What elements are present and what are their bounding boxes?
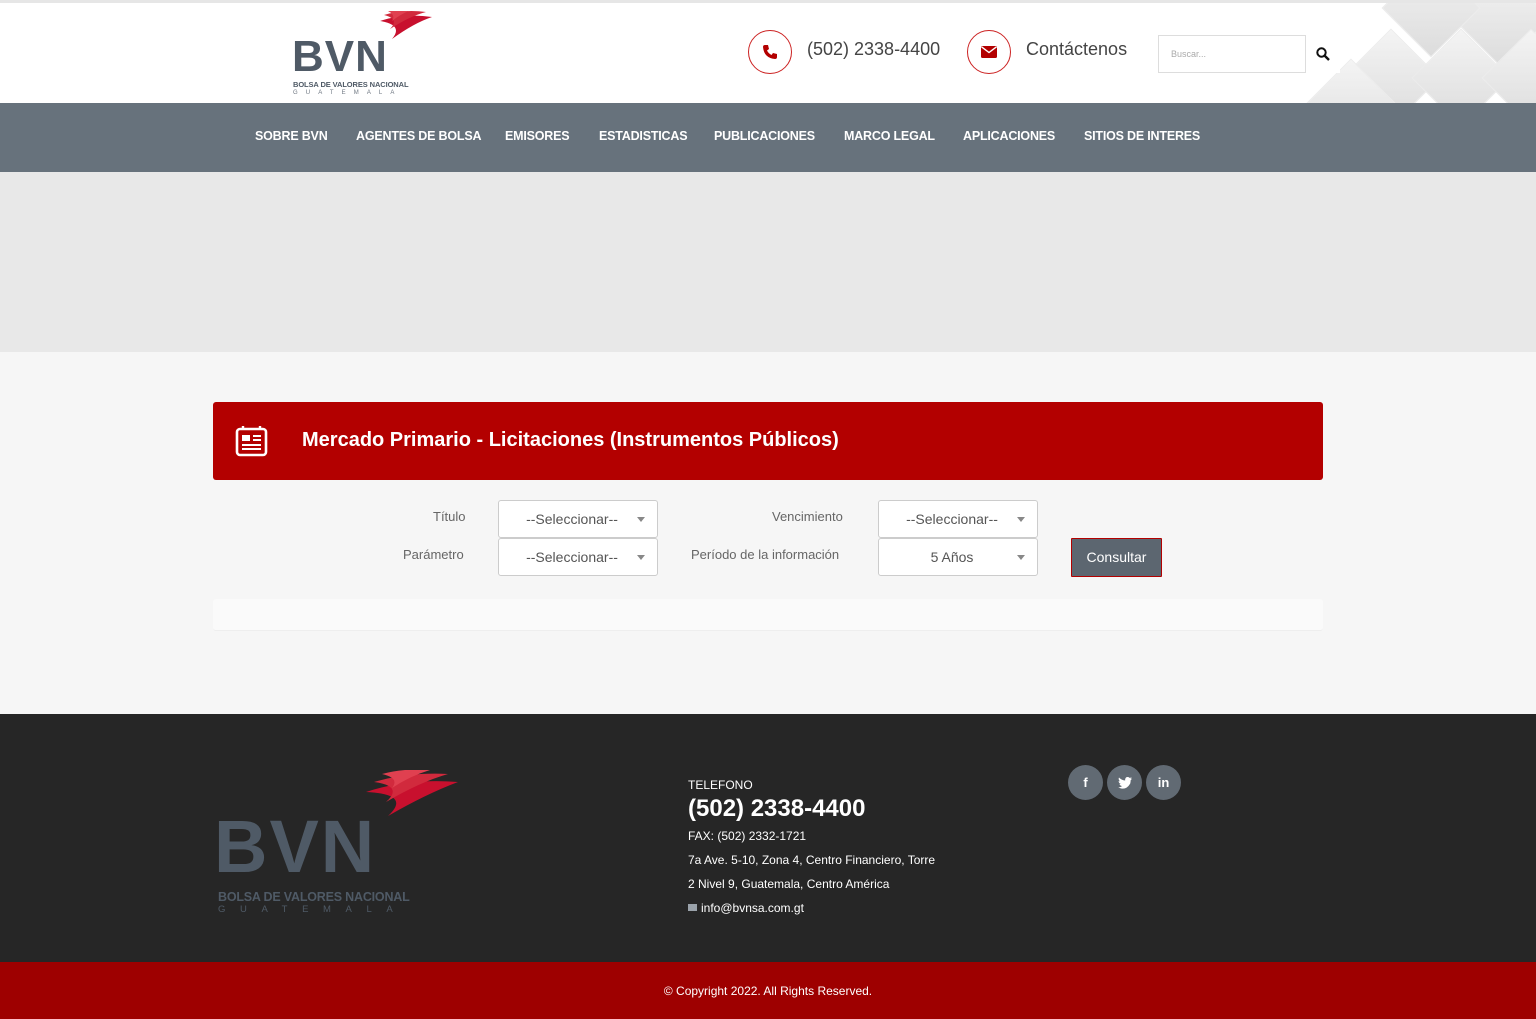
bvn-logo[interactable]: BVN BOLSA DE VALORES NACIONAL GUATEMALA — [292, 11, 437, 99]
newspaper-icon — [235, 426, 268, 457]
vencimiento-label: Vencimiento — [772, 509, 843, 524]
chevron-down-icon — [637, 517, 645, 522]
linkedin-icon[interactable]: in — [1146, 765, 1181, 800]
facebook-icon[interactable]: f — [1068, 765, 1103, 800]
chevron-down-icon — [1017, 517, 1025, 522]
periodo-label: Período de la información — [691, 547, 840, 562]
titulo-select-value: --Seleccionar-- — [526, 511, 618, 527]
site-header: BVN BOLSA DE VALORES NACIONAL GUATEMALA … — [0, 3, 1536, 103]
periodo-select-value: 5 Años — [930, 549, 974, 565]
copyright-text: © Copyright 2022. All Rights Reserved. — [663, 984, 873, 998]
nav-item-estadisticas[interactable]: ESTADISTICAS — [599, 129, 688, 143]
nav-item-sitios-de-interes[interactable]: SITIOS DE INTERES — [1084, 129, 1200, 143]
footer-logo-country: GUATEMALA — [218, 904, 408, 915]
logo-country: GUATEMALA — [293, 90, 403, 96]
consultar-button[interactable]: Consultar — [1071, 538, 1162, 577]
parametro-select-value: --Seleccionar-- — [526, 549, 618, 565]
footer-address-line-2: 2 Nivel 9, Guatemala, Centro América — [688, 877, 890, 891]
titulo-label: Título — [433, 509, 466, 524]
section-header: Mercado Primario - Licitaciones (Instrum… — [213, 402, 1323, 480]
envelope-icon[interactable] — [967, 30, 1011, 74]
nav-item-publicaciones[interactable]: PUBLICACIONES — [714, 129, 815, 143]
footer-fax: FAX: (502) 2332-1721 — [688, 829, 807, 843]
footer-logo-subtitle: BOLSA DE VALORES NACIONAL — [218, 890, 410, 904]
footer-bvn-logo[interactable]: BVN BOLSA DE VALORES NACIONAL GUATEMALA — [214, 769, 463, 920]
search-button[interactable] — [1306, 35, 1340, 73]
vencimiento-select[interactable]: --Seleccionar-- — [878, 500, 1038, 538]
main-nav: SOBRE BVN AGENTES DE BOLSA EMISORES ESTA… — [0, 103, 1536, 172]
page-banner — [0, 172, 1536, 352]
chevron-down-icon — [637, 555, 645, 560]
logo-text: BVN — [292, 32, 388, 81]
chevron-down-icon — [1017, 555, 1025, 560]
envelope-icon — [688, 904, 697, 911]
results-panel — [213, 599, 1323, 631]
nav-item-agentes-de-bolsa[interactable]: AGENTES DE BOLSA — [356, 129, 481, 143]
twitter-icon[interactable] — [1107, 765, 1142, 800]
contact-link[interactable]: Contáctenos — [1026, 39, 1127, 60]
vencimiento-select-value: --Seleccionar-- — [906, 511, 998, 527]
logo-subtitle: BOLSA DE VALORES NACIONAL — [293, 80, 409, 89]
header-phone[interactable]: (502) 2338-4400 — [807, 39, 940, 60]
parametro-select[interactable]: --Seleccionar-- — [498, 538, 658, 576]
footer-email[interactable]: info@bvnsa.com.gt — [701, 901, 804, 915]
phone-icon[interactable] — [748, 30, 792, 74]
footer-tel-label: TELEFONO — [688, 778, 753, 792]
search-input[interactable]: Buscar... — [1158, 35, 1306, 73]
parametro-label: Parámetro — [403, 547, 464, 562]
page-title: Mercado Primario - Licitaciones (Instrum… — [302, 429, 839, 451]
footer-email-row: info@bvnsa.com.gt — [688, 901, 804, 915]
footer-phone: (502) 2338-4400 — [688, 795, 866, 822]
search-icon — [1316, 47, 1330, 61]
nav-item-emisores[interactable]: EMISORES — [505, 129, 570, 143]
titulo-select[interactable]: --Seleccionar-- — [498, 500, 658, 538]
nav-item-aplicaciones[interactable]: APLICACIONES — [963, 129, 1055, 143]
footer-logo-text: BVN — [214, 805, 377, 888]
footer-address-line-1: 7a Ave. 5-10, Zona 4, Centro Financiero,… — [688, 853, 936, 867]
nav-item-marco-legal[interactable]: MARCO LEGAL — [844, 129, 935, 143]
periodo-select[interactable]: 5 Años — [878, 538, 1038, 576]
nav-item-sobre-bvn[interactable]: SOBRE BVN — [255, 129, 328, 143]
